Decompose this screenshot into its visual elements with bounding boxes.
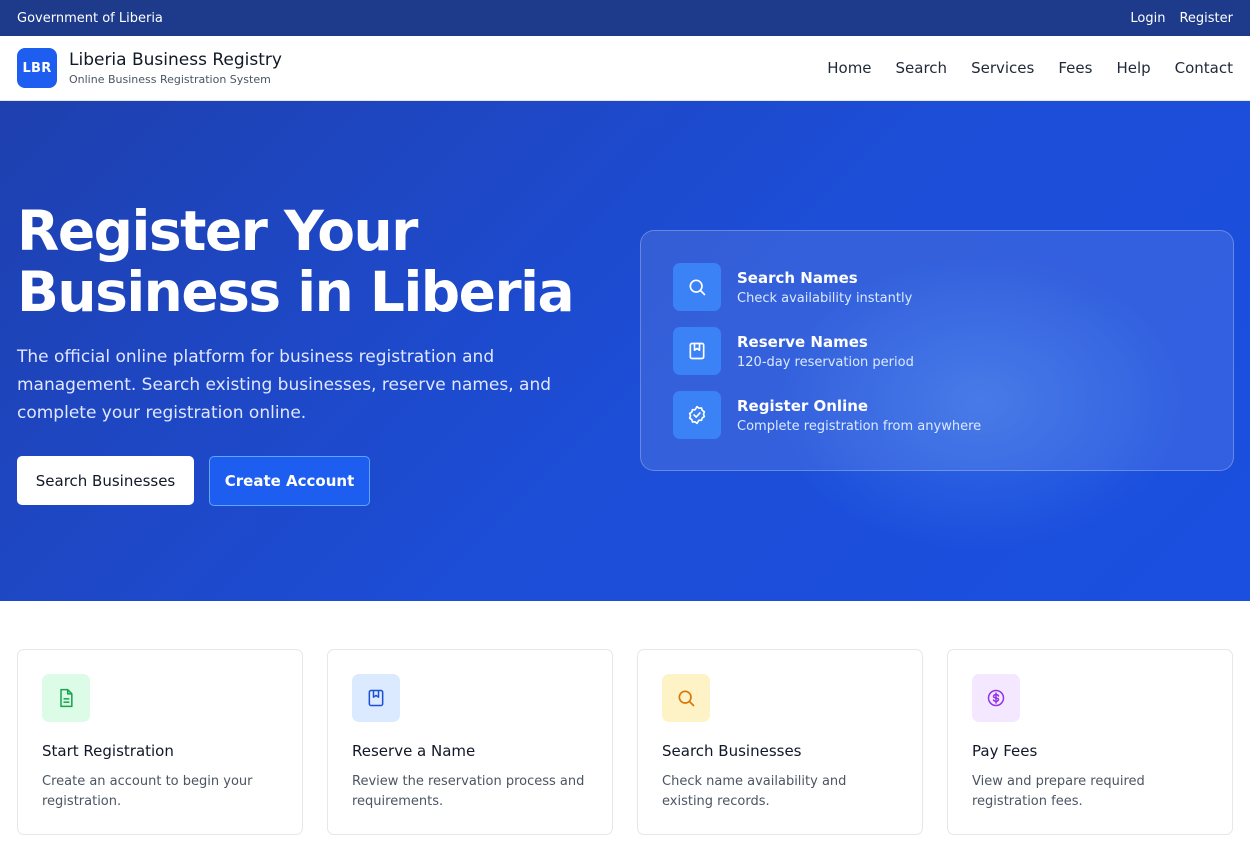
card-pay-fees[interactable]: Pay Fees View and prepare required regis… bbox=[947, 649, 1233, 835]
card-title: Search Businesses bbox=[662, 742, 802, 760]
card-desc: Create an account to begin your registra… bbox=[42, 774, 253, 809]
feature-desc: 120-day reservation period bbox=[737, 354, 914, 370]
feature-title: Reserve Names bbox=[737, 332, 868, 351]
nav-home[interactable]: Home bbox=[827, 59, 871, 77]
card-title: Start Registration bbox=[42, 742, 174, 760]
feature-desc: Complete registration from anywhere bbox=[737, 418, 982, 434]
register-link[interactable]: Register bbox=[1179, 11, 1233, 26]
top-bar-links: Login Register bbox=[1130, 11, 1233, 26]
check-badge-icon bbox=[673, 391, 721, 439]
site-subtitle: Online Business Registration System bbox=[69, 73, 271, 86]
nav-contact[interactable]: Contact bbox=[1175, 59, 1233, 77]
card-title: Reserve a Name bbox=[352, 742, 476, 760]
feature-search-names: Search Names Check availability instantl… bbox=[673, 263, 1201, 311]
hero-title-line1: Register Your bbox=[17, 199, 418, 263]
nav-services[interactable]: Services bbox=[971, 59, 1034, 77]
service-cards: Start Registration Create an account to … bbox=[17, 649, 1233, 835]
feature-reserve-names: Reserve Names 120-day reservation period bbox=[673, 327, 1201, 375]
card-start-registration[interactable]: Start Registration Create an account to … bbox=[17, 649, 303, 835]
feature-title: Search Names bbox=[737, 268, 858, 287]
feature-title: Register Online bbox=[737, 396, 869, 415]
nav-fees[interactable]: Fees bbox=[1058, 59, 1092, 77]
brand[interactable]: LBR Liberia Business Registry Online Bus… bbox=[17, 48, 282, 88]
nav-search[interactable]: Search bbox=[896, 59, 948, 77]
card-desc: Review the reservation process and requi… bbox=[352, 774, 585, 809]
card-desc: View and prepare required registration f… bbox=[972, 774, 1145, 809]
card-search-businesses[interactable]: Search Businesses Check name availabilit… bbox=[637, 649, 923, 835]
site-header: LBR Liberia Business Registry Online Bus… bbox=[0, 36, 1250, 101]
login-link[interactable]: Login bbox=[1130, 11, 1165, 26]
hero-title: Register Your Business in Liberia bbox=[17, 201, 617, 323]
hero-title-line2: Business in Liberia bbox=[17, 260, 575, 324]
search-icon bbox=[662, 674, 710, 722]
card-desc: Check name availability and existing rec… bbox=[662, 774, 847, 809]
main-nav: Home Search Services Fees Help Contact bbox=[827, 59, 1233, 77]
nav-help[interactable]: Help bbox=[1116, 59, 1150, 77]
hero-section: Register Your Business in Liberia The of… bbox=[0, 101, 1250, 601]
hero-buttons: Search Businesses Create Account bbox=[17, 456, 370, 506]
top-bar: Government of Liberia Login Register bbox=[0, 0, 1250, 36]
feature-desc: Check availability instantly bbox=[737, 290, 913, 306]
card-title: Pay Fees bbox=[972, 742, 1038, 760]
feature-panel: Search Names Check availability instantl… bbox=[640, 230, 1234, 471]
search-icon bbox=[673, 263, 721, 311]
document-icon bbox=[42, 674, 90, 722]
bookmark-icon bbox=[673, 327, 721, 375]
government-label: Government of Liberia bbox=[17, 10, 163, 26]
card-reserve-name[interactable]: Reserve a Name Review the reservation pr… bbox=[327, 649, 613, 835]
dollar-icon bbox=[972, 674, 1020, 722]
search-businesses-button[interactable]: Search Businesses bbox=[17, 456, 194, 505]
feature-register-online: Register Online Complete registration fr… bbox=[673, 391, 1201, 439]
site-title: Liberia Business Registry bbox=[69, 50, 282, 70]
create-account-button[interactable]: Create Account bbox=[209, 456, 370, 506]
logo[interactable]: LBR bbox=[17, 48, 57, 88]
hero-description: The official online platform for busines… bbox=[17, 347, 552, 423]
bookmark-icon bbox=[352, 674, 400, 722]
